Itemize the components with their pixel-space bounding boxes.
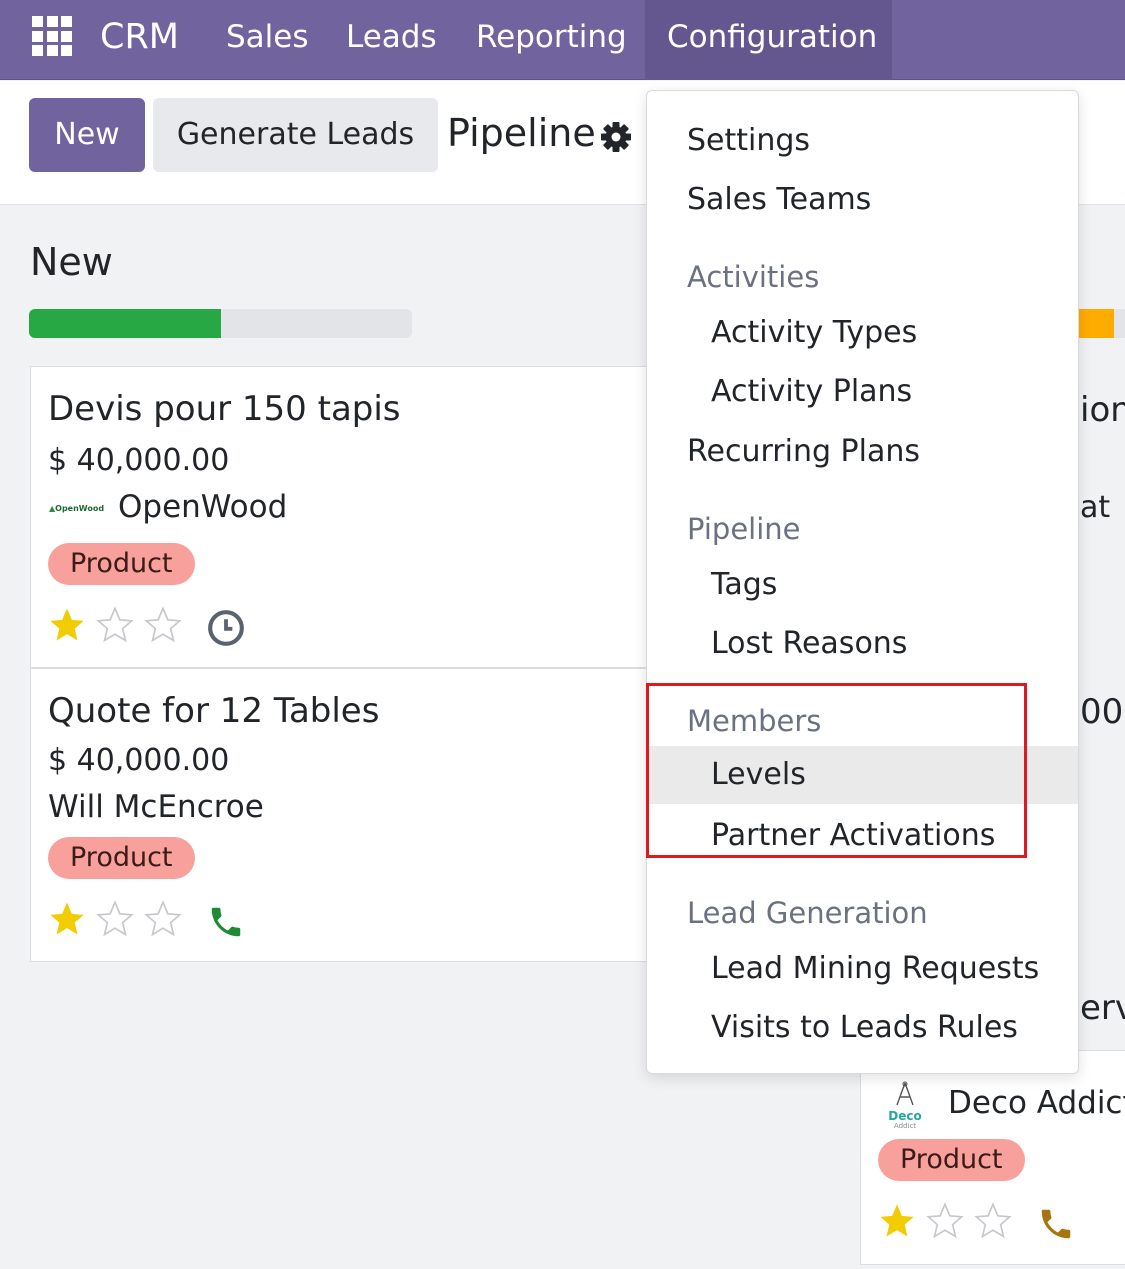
star-empty-icon[interactable] (95, 605, 135, 645)
new-button[interactable]: New (29, 98, 145, 172)
menu-item-activity-types[interactable]: Activity Types (647, 308, 1078, 358)
next-column-progress-bar[interactable] (1078, 309, 1125, 338)
section-header-activities: Activities (687, 260, 820, 294)
menu-leads[interactable]: Leads (346, 0, 437, 80)
star-empty-icon[interactable] (925, 1201, 965, 1241)
generate-leads-button[interactable]: Generate Leads (153, 98, 438, 172)
kanban-card[interactable]: Quote for 12 Tables $ 40,000.00 Will McE… (30, 668, 690, 962)
menu-sales[interactable]: Sales (226, 0, 309, 80)
card-amount: $ 40,000.00 (48, 443, 230, 478)
menu-item-levels[interactable]: Levels (647, 746, 1078, 804)
priority-stars[interactable] (47, 605, 183, 645)
menu-item-visits-to-leads-rules[interactable]: Visits to Leads Rules (647, 1003, 1078, 1053)
card-title-fragment: erv (1080, 988, 1125, 1028)
menu-item-lead-mining-requests[interactable]: Lead Mining Requests (647, 944, 1078, 994)
partner-logo: ▲OpenWood (49, 504, 105, 513)
compass-icon (896, 1081, 914, 1106)
gear-icon[interactable] (600, 121, 632, 153)
section-header-lead-generation: Lead Generation (687, 896, 928, 930)
apps-grid-icon[interactable] (32, 16, 72, 56)
phone-icon[interactable] (1037, 1205, 1075, 1243)
phone-icon[interactable] (207, 903, 245, 941)
section-header-members: Members (687, 704, 822, 738)
priority-stars[interactable] (877, 1201, 1013, 1241)
priority-stars[interactable] (47, 899, 183, 939)
card-partner: Will McEncroe (48, 789, 264, 825)
menu-item-partner-activations[interactable]: Partner Activations (647, 811, 1078, 861)
clock-icon[interactable] (207, 609, 245, 647)
star-empty-icon[interactable] (973, 1201, 1013, 1241)
app-brand[interactable]: CRM (100, 0, 179, 80)
menu-item-activity-plans[interactable]: Activity Plans (647, 367, 1078, 417)
progress-fill (29, 309, 221, 338)
progress-fill (1078, 309, 1114, 338)
star-empty-icon[interactable] (143, 605, 183, 645)
card-partner: Deco Addict (948, 1085, 1125, 1121)
page-title: Pipeline (447, 111, 596, 155)
menu-item-lost-reasons[interactable]: Lost Reasons (647, 619, 1078, 669)
kanban-card[interactable]: Devis pour 150 tapis $ 40,000.00 ▲OpenWo… (30, 366, 690, 668)
card-text-fragment: at (1080, 490, 1111, 525)
card-title: Quote for 12 Tables (48, 691, 380, 731)
menu-item-sales-teams[interactable]: Sales Teams (647, 175, 1078, 225)
menu-configuration[interactable]: Configuration (645, 0, 892, 80)
section-header-pipeline: Pipeline (687, 512, 801, 546)
column-progress-bar[interactable] (29, 309, 412, 338)
column-title[interactable]: New (30, 240, 113, 284)
menu-item-recurring-plans[interactable]: Recurring Plans (647, 427, 1078, 477)
card-title-fragment: ion (1080, 390, 1125, 430)
star-filled-icon[interactable] (877, 1201, 917, 1241)
card-partner: OpenWood (118, 489, 288, 525)
menu-reporting[interactable]: Reporting (476, 0, 627, 80)
star-filled-icon[interactable] (47, 605, 87, 645)
top-navbar: CRM Sales Leads Reporting Configuration (0, 0, 1125, 80)
configuration-dropdown: Settings Sales Teams Activities Activity… (646, 90, 1079, 1074)
card-amount: $ 40,000.00 (48, 743, 230, 778)
card-title: Devis pour 150 tapis (48, 389, 401, 429)
partner-logo: Deco Addict (885, 1081, 925, 1133)
star-empty-icon[interactable] (95, 899, 135, 939)
tag-badge: Product (878, 1139, 1025, 1181)
tag-badge: Product (48, 543, 195, 585)
menu-item-settings[interactable]: Settings (647, 116, 1078, 166)
menu-item-tags[interactable]: Tags (647, 560, 1078, 610)
kanban-card[interactable]: Deco Addict Deco Addict Product (860, 1050, 1125, 1265)
star-filled-icon[interactable] (47, 899, 87, 939)
tag-badge: Product (48, 837, 195, 879)
star-empty-icon[interactable] (143, 899, 183, 939)
card-title-fragment: 00 C (1080, 692, 1125, 732)
